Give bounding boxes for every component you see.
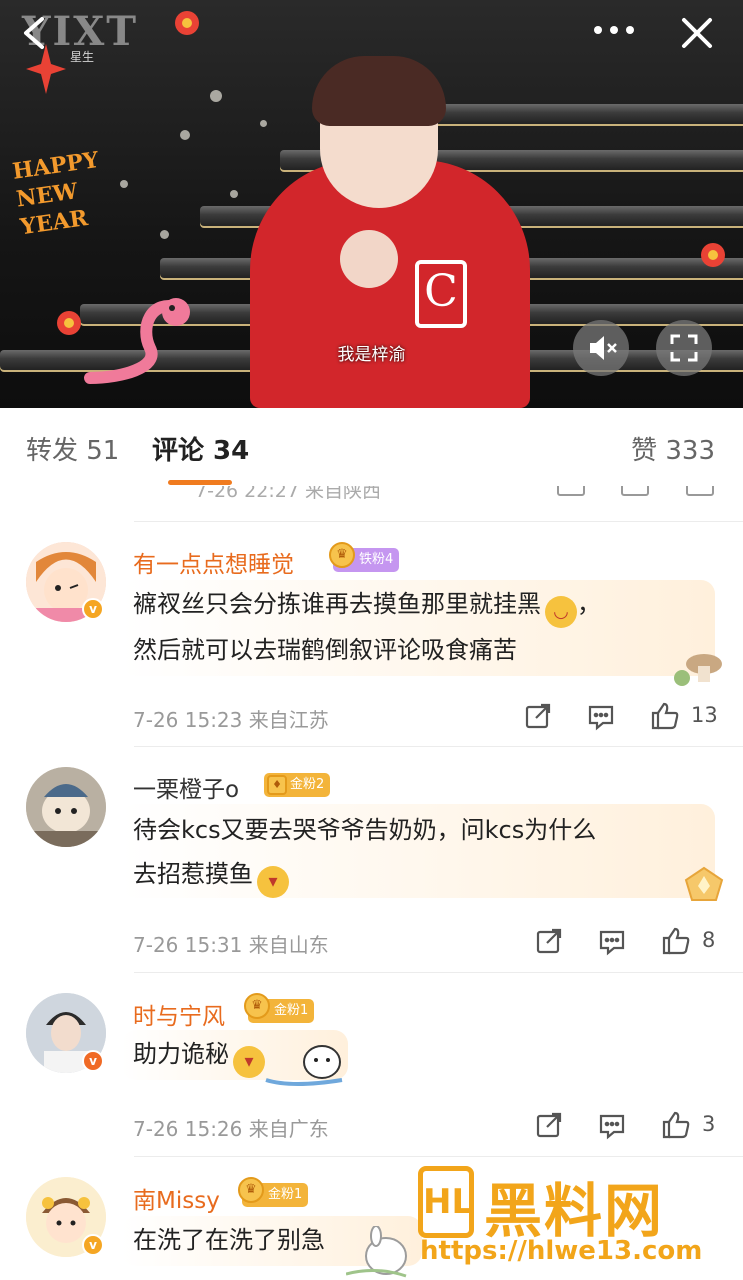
like-icon[interactable] [686,486,714,496]
tongue-emoji: ▾ [233,1046,265,1078]
tab-bar: 转发 51 评论 34 赞 333 [0,408,743,492]
tab-likes[interactable]: 赞 333 [631,430,715,467]
crown-icon: ♦ [267,775,287,795]
mute-icon[interactable] [573,320,629,376]
fan-level-badge: ♦ 金粉2 [264,773,331,797]
close-icon[interactable] [680,16,714,56]
fan-level-badge: ♛ 铁粉4 [329,542,400,572]
dog-sticker [262,1040,358,1095]
repost-icon[interactable] [557,486,585,496]
verified-badge: v [82,1050,104,1072]
comment-meta: 7-26 15:23 来自江苏 [133,708,329,732]
comment-text: 待会kcs又要去哭爷爷告奶奶，问kcs为什么 去招惹摸鱼 ▾ [133,808,596,898]
reply-icon[interactable] [598,928,626,956]
flower-sticker [175,11,199,35]
person-hair [312,56,446,126]
like-count: 8 [702,928,716,952]
crown-icon: ♛ [329,542,355,568]
comment-meta: 7-26 15:31 来自山东 [133,933,329,957]
watermark-url: https://hlwe13.com [420,1236,703,1266]
reply-icon[interactable] [598,1112,626,1140]
crown-icon: ♛ [244,993,270,1019]
comment-username[interactable]: 时与宁风 [133,997,225,1031]
bunny-sticker [345,1225,416,1280]
comment-text: 助力诡秘 ▾ [133,1032,265,1078]
video-player[interactable]: C YIXT 星生 HAPPY NEW YEAR 我是梓渝 [0,0,743,408]
repost-icon[interactable] [524,702,552,730]
active-tab-indicator [168,480,232,485]
like-count: 13 [691,703,718,727]
tongue-emoji: ▾ [257,866,289,898]
gold-crown-sticker [682,866,726,907]
tab-comments[interactable]: 评论 34 [152,430,249,467]
new-year-sticker: HAPPY NEW YEAR [10,146,101,241]
verified-badge: v [82,598,104,620]
comment-username[interactable]: 一栗橙子o [133,770,239,804]
comment-username[interactable]: 有一点点想睡觉 [133,545,294,579]
verified-badge: v [82,1234,104,1256]
comment-text: 在洗了在洗了别急 [133,1226,325,1254]
flower-sticker [57,311,81,335]
brand-subtitle: 星生 [70,50,95,64]
repost-icon[interactable] [535,1111,563,1139]
previous-comment-meta: 7-26 22:27 来自陕西 [0,486,743,502]
tab-repost[interactable]: 转发 51 [26,430,119,467]
fan-level-badge: ♛ 金粉1 [238,1177,309,1207]
grin-emoji: ◡ [545,596,577,628]
fullscreen-icon[interactable] [656,320,712,376]
comment-meta: 7-26 15:26 来自广东 [133,1117,329,1141]
comment-username[interactable]: 南Missy [133,1181,220,1215]
like-icon[interactable] [650,701,680,731]
comment-text: 褯衩丝只会分拣谁再去摸鱼那里就挂黑 ◡， 然后就可以去瑞鹤倒叙评论吸食痛苦 [133,590,601,664]
watermark-logo: HL [418,1166,474,1238]
more-icon[interactable] [592,14,636,50]
mushroom-sticker [668,648,728,693]
like-icon[interactable] [661,926,691,956]
back-icon[interactable] [18,16,48,56]
flower-sticker [701,243,725,267]
fan-level-badge: ♛ 金粉1 [244,993,315,1023]
avatar[interactable] [26,767,106,847]
reply-icon[interactable] [587,703,615,731]
crown-icon: ♛ [238,1177,264,1203]
reply-icon[interactable] [621,486,649,496]
like-count: 3 [702,1112,716,1136]
video-subtitle: 我是梓渝 [337,345,406,365]
comment-meta: 7-26 22:27 来自陕西 [195,486,381,502]
like-icon[interactable] [661,1110,691,1140]
repost-icon[interactable] [535,927,563,955]
